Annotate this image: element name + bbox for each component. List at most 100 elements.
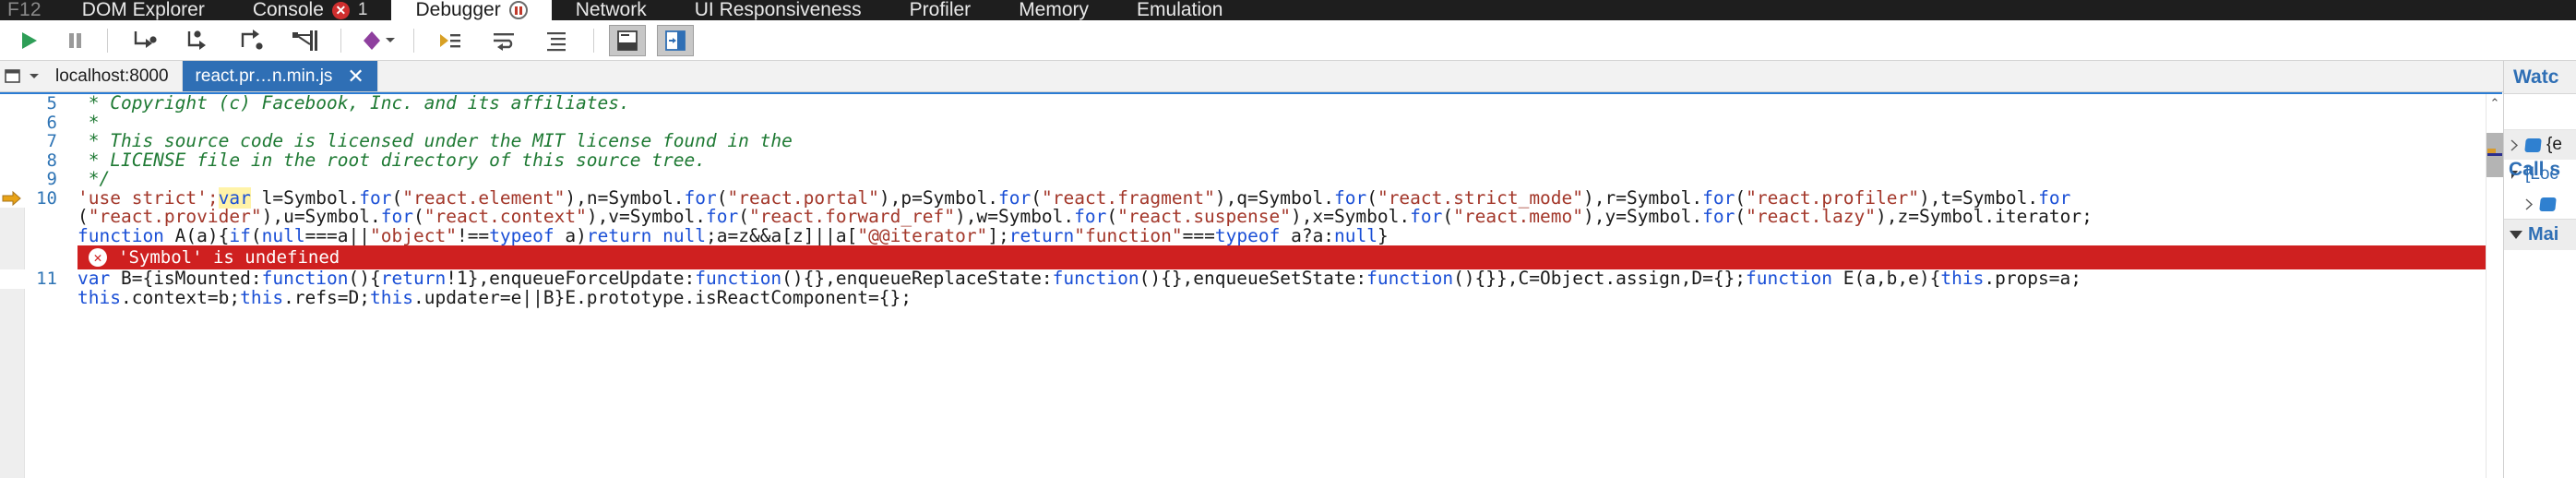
paused-icon: [508, 1, 528, 19]
line-content: * This source code is licensed under the…: [70, 131, 793, 151]
step-out-icon: [241, 29, 263, 50]
chevron-right-icon[interactable]: [2510, 138, 2520, 151]
break-mode-button[interactable]: [351, 22, 404, 59]
console-split-icon: [617, 30, 638, 51]
code-token: "react.lazy": [1746, 206, 1877, 227]
line-content: */: [70, 169, 111, 189]
break-exceptions-icon: [364, 30, 380, 50]
pretty-print-icon: [547, 31, 566, 51]
watch-add-row[interactable]: [2504, 94, 2576, 130]
watch-panel-section[interactable]: Mai: [2504, 219, 2576, 250]
source-tab-react-min-js[interactable]: react.pr…n.min.js ✕: [182, 61, 378, 91]
break-on-new-worker-button[interactable]: [278, 22, 331, 59]
tab-console[interactable]: Console ✕ 1: [229, 0, 392, 20]
tab-emulation[interactable]: Emulation: [1113, 0, 1246, 20]
current-statement-marker: [2, 189, 22, 208]
code-token: function: [1366, 268, 1454, 289]
step-out-button[interactable]: [224, 22, 278, 59]
code-vertical-scrollbar[interactable]: ⌃: [2486, 94, 2503, 478]
toggle-watch-button[interactable]: [657, 24, 694, 56]
tab-ui-responsiveness[interactable]: UI Responsiveness: [671, 0, 886, 20]
code-lines: 5 * Copyright (c) Facebook, Inc. and its…: [0, 94, 2502, 478]
code-token: !==: [456, 224, 490, 246]
code-token: ===: [1182, 224, 1215, 246]
object-cube-icon: [2539, 197, 2557, 211]
code-line: 5 * Copyright (c) Facebook, Inc. and its…: [0, 94, 2502, 114]
call-stack-label: Call s: [2509, 159, 2561, 180]
code-token: function: [1746, 268, 1832, 289]
chevron-right-icon[interactable]: [2524, 197, 2534, 210]
code-token: A(a){: [163, 224, 230, 246]
code-line-wrap: function A(a){if(null===a||"object"!==ty…: [0, 224, 2502, 246]
toolbar-separator: [107, 28, 108, 53]
line-content: var B={isMounted:function(){return!1},en…: [70, 269, 2081, 289]
code-token: typeof: [1214, 224, 1281, 246]
word-wrap-button[interactable]: [477, 22, 531, 59]
source-tab-localhost[interactable]: localhost:8000: [42, 61, 183, 91]
step-into-button[interactable]: [117, 22, 171, 59]
code-token: }: [1377, 224, 1389, 246]
code-token: this: [1940, 268, 1985, 289]
tab-dom-explorer[interactable]: DOM Explorer: [58, 0, 229, 20]
watch-row[interactable]: {e: [2504, 130, 2576, 160]
code-token: this: [78, 286, 121, 308]
code-token: a?a:: [1280, 224, 1335, 246]
code-token: * LICENSE file in the root directory of …: [78, 149, 706, 171]
line-content: ("react.provider"),u=Symbol.for("react.c…: [70, 206, 2093, 227]
tab-network[interactable]: Network: [552, 0, 671, 20]
chevron-down-icon: [29, 74, 39, 78]
scrollbar-position-line: [2487, 153, 2502, 156]
code-token: function: [78, 224, 164, 246]
devtools-window: F12 DOM Explorer Console ✕ 1 Debugger Ne…: [0, 0, 2576, 478]
code-token: E(a,b,e){: [1831, 268, 1941, 289]
code-token: typeof: [489, 224, 555, 246]
code-token: return: [1008, 224, 1075, 246]
pretty-print-button[interactable]: [531, 22, 584, 59]
toggle-console-button[interactable]: [609, 24, 646, 56]
code-line: 9 */: [0, 169, 2502, 189]
watch-row-label: {e: [2546, 135, 2562, 154]
code-token: "function": [1074, 224, 1183, 246]
error-banner[interactable]: ✕ 'Symbol' is undefined: [78, 245, 2487, 269]
tab-debugger[interactable]: Debugger: [391, 0, 552, 20]
close-icon[interactable]: ✕: [347, 66, 364, 87]
break-worker-icon: [292, 30, 317, 51]
break-all-button[interactable]: [52, 22, 98, 59]
code-line: 8 * LICENSE file in the root directory o…: [0, 149, 2502, 171]
code-token: (: [1442, 206, 1454, 227]
code-line: 11 var B={isMounted:function(){return!1}…: [0, 269, 2502, 289]
watch-panel-title: Watc: [2504, 61, 2576, 94]
source-tab-label: localhost:8000: [55, 66, 169, 86]
toolbar-separator: [593, 28, 594, 53]
tab-memory[interactable]: Memory: [995, 0, 1113, 20]
line-number: 11: [0, 269, 70, 289]
line-number: 6: [0, 113, 70, 132]
devtools-tab-strip: F12 DOM Explorer Console ✕ 1 Debugger Ne…: [0, 0, 2576, 20]
next-statement-icon: [440, 33, 460, 47]
code-token: this: [240, 286, 284, 308]
scroll-up-arrow-icon[interactable]: ⌃: [2487, 94, 2503, 113]
object-cube-icon: [2524, 137, 2542, 152]
watch-row[interactable]: [2504, 189, 2576, 219]
continue-button[interactable]: [6, 22, 52, 59]
code-editor[interactable]: 5 * Copyright (c) Facebook, Inc. and its…: [0, 92, 2502, 478]
code-line: 6 *: [0, 113, 2502, 132]
source-dropdown-button[interactable]: [0, 61, 42, 91]
tab-label: DOM Explorer: [81, 0, 205, 20]
code-line-wrap: ("react.provider"),u=Symbol.for("react.c…: [0, 206, 2502, 227]
word-wrap-icon: [494, 32, 514, 51]
tab-label: Console: [252, 0, 324, 20]
code-token: (){}},C=Object.assign,D={};: [1453, 268, 1747, 289]
step-over-icon: [187, 30, 206, 50]
show-next-statement-button[interactable]: [423, 22, 477, 59]
code-token: null: [261, 224, 305, 246]
code-line: 7 * This source code is licensed under t…: [0, 131, 2502, 151]
line-number: 7: [0, 132, 70, 151]
code-token: .context=b;: [120, 286, 241, 308]
line-number: 9: [0, 170, 70, 189]
tab-profiler[interactable]: Profiler: [886, 0, 996, 20]
error-count: 1: [357, 0, 368, 19]
step-over-button[interactable]: [171, 22, 224, 59]
code-token: if: [229, 224, 251, 246]
